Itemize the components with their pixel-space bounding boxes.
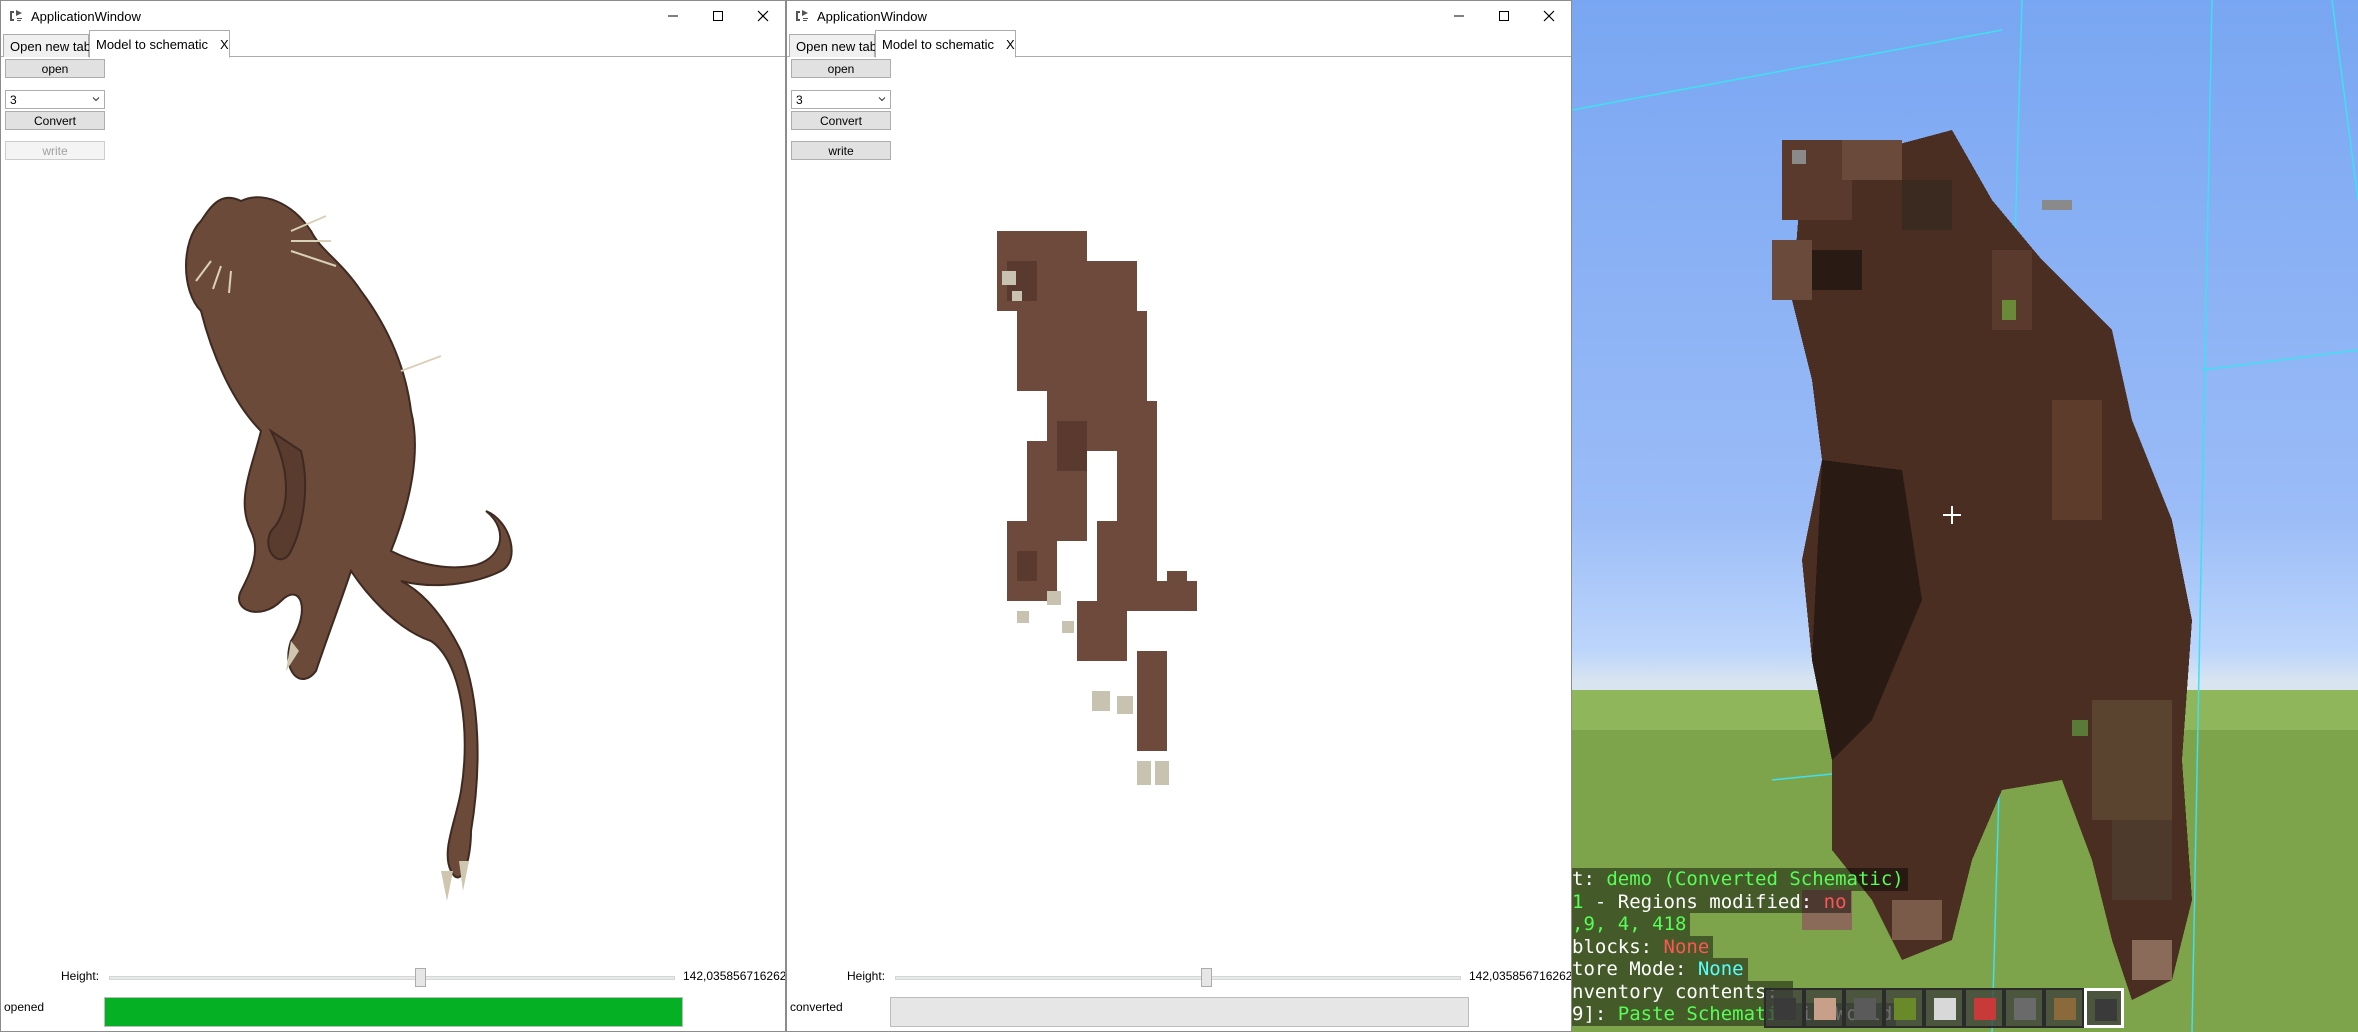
hotbar-item-icon <box>1854 998 1876 1020</box>
tab-close-icon[interactable]: X <box>220 37 229 52</box>
tab-close-icon[interactable]: X <box>1006 37 1015 52</box>
app-icon <box>8 8 24 24</box>
height-slider-thumb[interactable] <box>1201 968 1213 987</box>
chat-segment: 1 <box>1572 890 1584 913</box>
chat-segment: demo (Converted Schematic) <box>1606 868 1904 890</box>
chat-segment: t: <box>1572 868 1607 890</box>
tab-label: Model to schematic <box>96 36 208 52</box>
combo-value: 3 <box>796 92 803 107</box>
chat-segment: nventory contents: <box>1572 980 1790 1003</box>
tab-open-new[interactable]: Open new tab <box>3 34 91 57</box>
crosshair-icon <box>1943 506 1961 524</box>
hotbar-item-icon <box>1894 998 1916 1020</box>
height-slider-track[interactable] <box>895 976 1461 980</box>
combo-value: 3 <box>10 92 17 107</box>
app-icon <box>794 8 810 24</box>
chat-segment: 9]: <box>1572 1003 1618 1025</box>
hotbar-item-icon <box>1774 998 1796 1020</box>
creature-model-render <box>185 196 513 901</box>
tab-label: Open new tab <box>10 38 91 54</box>
status-text: converted <box>790 1000 843 1014</box>
window-title: ApplicationWindow <box>31 8 141 24</box>
open-button[interactable]: open <box>791 59 891 78</box>
chat-segment: no <box>1823 890 1847 913</box>
chat-line: nventory contents: <box>1572 980 1794 1003</box>
title-bar[interactable]: ApplicationWindow <box>787 1 1571 31</box>
hotbar-item-icon <box>2054 998 2076 1020</box>
height-value: 142,035856716262 <box>683 969 786 983</box>
status-text: opened <box>4 1000 45 1014</box>
height-label: Height: <box>61 969 100 983</box>
hotbar-slot[interactable] <box>2044 988 2084 1028</box>
chat-segment: blocks: <box>1572 935 1664 958</box>
tab-model-to-schematic[interactable]: Model to schematic X <box>89 30 230 58</box>
minimize-button[interactable] <box>650 1 695 31</box>
write-button[interactable]: write <box>5 141 105 160</box>
maximize-button[interactable] <box>695 1 740 31</box>
maximize-button[interactable] <box>1481 1 1526 31</box>
write-button[interactable]: write <box>791 141 891 160</box>
chat-segment: None <box>1697 958 1744 980</box>
hotbar-item-icon <box>1974 998 1996 1020</box>
scale-combo[interactable]: 3 <box>5 90 105 109</box>
height-label: Height: <box>847 969 886 983</box>
tab-open-new[interactable]: Open new tab <box>789 34 877 57</box>
progress-bar <box>890 997 1469 1027</box>
chat-segment: ,9, 4, 418 <box>1572 913 1687 935</box>
hotbar-item-icon <box>2014 998 2036 1020</box>
chat-line: blocks: None <box>1572 935 1714 958</box>
hotbar-slot[interactable] <box>1804 988 1844 1028</box>
chevron-down-icon <box>92 97 100 102</box>
convert-button[interactable]: Convert <box>791 111 891 130</box>
chat-segment: - Regions modified: <box>1583 890 1824 913</box>
open-button[interactable]: open <box>5 59 105 78</box>
hotbar[interactable] <box>1764 988 2124 1028</box>
progress-fill <box>105 998 682 1026</box>
chat-line: ,9, 4, 418 <box>1572 913 1691 936</box>
chat-line: 1 - Regions modified: no <box>1572 890 1851 913</box>
hotbar-item-icon <box>1814 998 1836 1020</box>
window-title: ApplicationWindow <box>817 8 927 24</box>
convert-button[interactable]: Convert <box>5 111 105 130</box>
hotbar-slot[interactable] <box>1764 988 1804 1028</box>
hotbar-item-icon <box>2095 999 2117 1021</box>
hotbar-slot[interactable] <box>1964 988 2004 1028</box>
application-window-2: ApplicationWindow Open new tab Model to … <box>786 0 1572 1032</box>
progress-bar <box>104 997 683 1027</box>
game-viewport[interactable]: t: demo (Converted Schematic) 1 - Regions… <box>1572 0 2358 1032</box>
chat-segment: None <box>1663 935 1710 958</box>
tab-model-to-schematic[interactable]: Model to schematic X <box>875 30 1016 58</box>
chat-segment: tore Mode: <box>1572 958 1698 980</box>
chat-line: t: demo (Converted Schematic) <box>1572 868 1908 891</box>
height-value: 142,035856716262 <box>1469 969 1572 983</box>
tab-strip: Open new tab Model to schematic X <box>787 30 1571 58</box>
application-window-1: ApplicationWindow Open new tab Model to … <box>0 0 786 1032</box>
minimize-button[interactable] <box>1436 1 1481 31</box>
scale-combo[interactable]: 3 <box>791 90 891 109</box>
tab-label: Open new tab <box>796 38 877 54</box>
hotbar-slot[interactable] <box>1924 988 1964 1028</box>
title-bar[interactable]: ApplicationWindow <box>1 1 785 31</box>
height-slider-thumb[interactable] <box>415 968 427 987</box>
hotbar-slot[interactable] <box>2084 988 2124 1028</box>
chat-line: tore Mode: None <box>1572 958 1748 981</box>
hotbar-slot[interactable] <box>2004 988 2044 1028</box>
hotbar-slot[interactable] <box>1844 988 1884 1028</box>
close-button[interactable] <box>740 1 785 31</box>
close-button[interactable] <box>1526 1 1571 31</box>
height-slider-track[interactable] <box>109 976 675 980</box>
hotbar-item-icon <box>1934 998 1956 1020</box>
voxel-preview <box>997 231 1197 785</box>
tab-strip: Open new tab Model to schematic X <box>1 30 785 58</box>
hotbar-slot[interactable] <box>1884 988 1924 1028</box>
tab-label: Model to schematic <box>882 36 994 52</box>
chevron-down-icon <box>878 97 886 102</box>
